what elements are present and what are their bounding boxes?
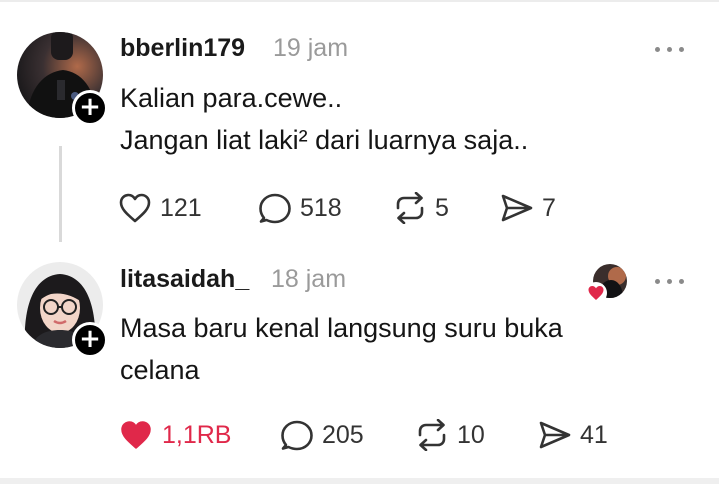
top-divider (0, 0, 719, 2)
share-button[interactable]: 7 (500, 188, 556, 228)
share-count: 7 (542, 193, 556, 222)
post-text-line: Masa baru kenal langsung suru buka (120, 313, 563, 343)
repost-count: 5 (435, 193, 449, 222)
comment-count: 518 (300, 193, 342, 222)
like-count: 121 (160, 193, 202, 222)
timestamp: 18 jam (271, 265, 347, 293)
like-button[interactable]: 1,1RB (118, 415, 231, 455)
like-count: 1,1RB (162, 420, 232, 449)
comment-button[interactable]: 205 (280, 415, 364, 455)
repost-button[interactable]: 10 (415, 415, 485, 455)
follow-plus-icon[interactable]: + (72, 322, 108, 358)
heart-icon (121, 421, 151, 449)
repost-icon (418, 419, 446, 451)
liked-by-author-heart-icon (585, 282, 607, 304)
timestamp: 19 jam (273, 34, 349, 62)
thread-connector (59, 146, 62, 242)
action-bar: 1,1RB 205 10 41 (118, 415, 618, 455)
heart-icon (119, 193, 151, 223)
comment-button[interactable]: 518 (258, 188, 342, 228)
like-button[interactable]: 121 (118, 188, 202, 228)
more-icon[interactable] (655, 275, 687, 287)
more-icon[interactable] (655, 43, 687, 55)
post-text-line: Jangan liat laki² dari luarnya saja.. (120, 125, 529, 155)
username[interactable]: bberlin179 (120, 34, 245, 63)
share-icon (539, 421, 571, 449)
comment-icon (259, 193, 291, 224)
share-count: 41 (580, 420, 608, 449)
post-text-line: celana (120, 355, 200, 385)
post-text-line: Kalian para.cewe.. (120, 83, 343, 113)
share-button[interactable]: 41 (538, 415, 608, 455)
share-icon (501, 194, 533, 222)
action-bar: 121 518 5 7 (118, 188, 578, 228)
repost-icon (396, 192, 424, 224)
repost-count: 10 (457, 420, 485, 449)
comment-count: 205 (322, 420, 364, 449)
username[interactable]: litasaidah_ (120, 265, 249, 294)
bottom-divider (0, 478, 719, 484)
follow-plus-icon[interactable]: + (72, 90, 108, 126)
repost-button[interactable]: 5 (393, 188, 449, 228)
comment-icon (281, 420, 313, 451)
